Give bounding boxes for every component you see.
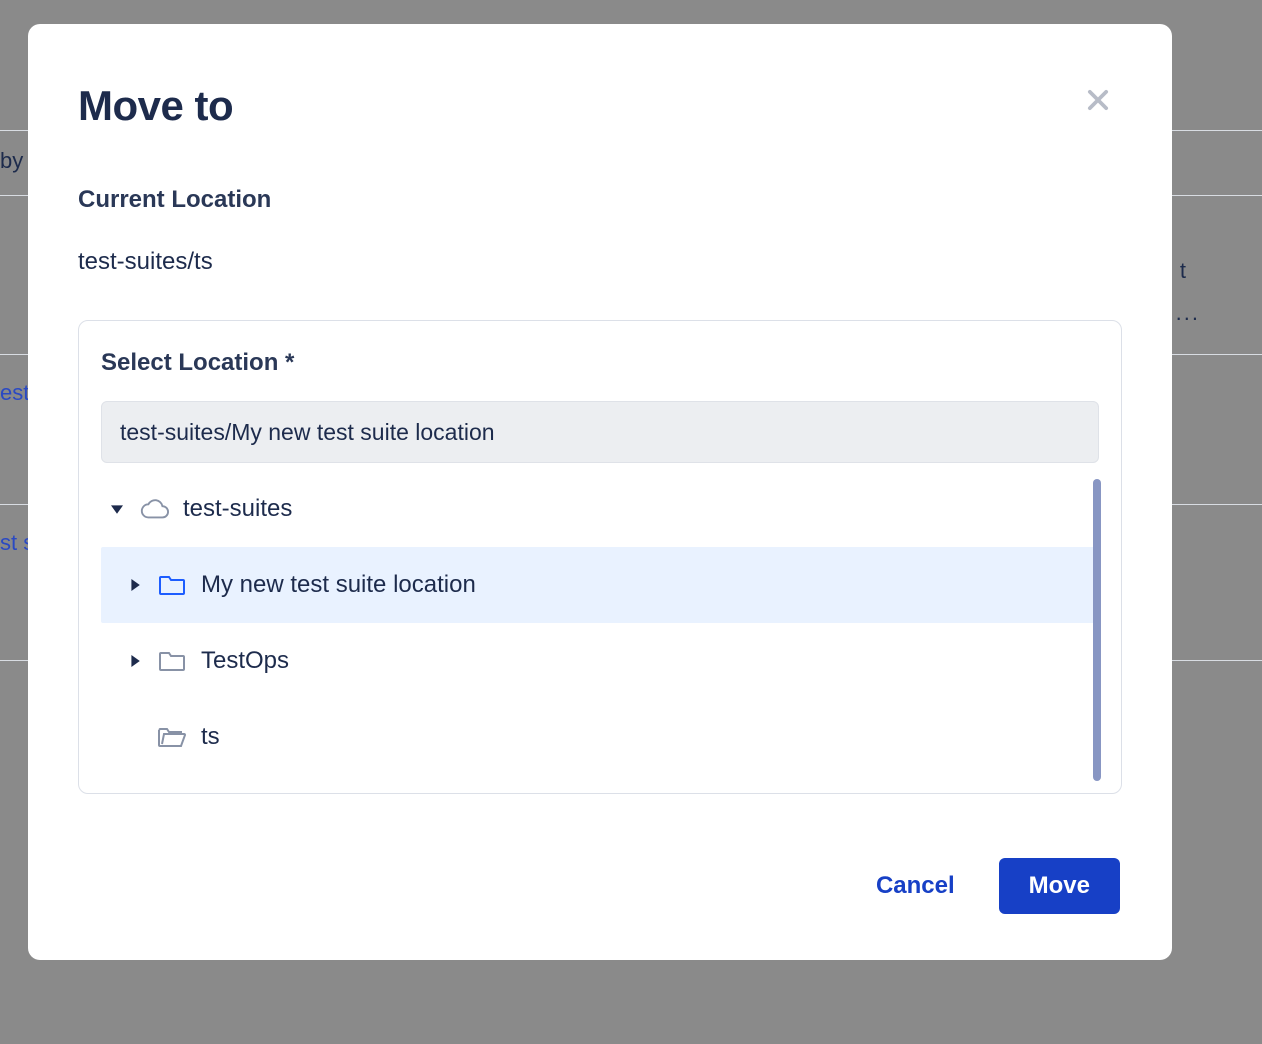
tree-item-label: ts bbox=[201, 723, 220, 751]
cloud-icon bbox=[139, 494, 169, 524]
tree-item-label: TestOps bbox=[201, 647, 289, 675]
current-location-label: Current Location bbox=[78, 186, 1122, 214]
move-to-modal: Move to Current Location test-suites/ts … bbox=[28, 24, 1172, 960]
folder-open-icon bbox=[157, 722, 187, 752]
background-truncated-link: est bbox=[0, 380, 29, 406]
chevron-right-icon[interactable] bbox=[127, 577, 143, 593]
modal-title: Move to bbox=[78, 82, 1122, 130]
select-location-label: Select Location * bbox=[101, 349, 1099, 377]
modal-footer: Cancel Move bbox=[78, 858, 1122, 914]
current-location-path: test-suites/ts bbox=[78, 248, 1122, 276]
tree-scrollbar[interactable] bbox=[1093, 479, 1101, 781]
folder-icon bbox=[157, 646, 187, 676]
selected-path-input[interactable] bbox=[101, 401, 1099, 463]
location-tree: test-suites My new test suite location bbox=[101, 471, 1099, 775]
background-truncated-text: ... bbox=[1176, 300, 1200, 326]
tree-item-my-new-test-suite-location[interactable]: My new test suite location bbox=[101, 547, 1099, 623]
chevron-down-icon[interactable] bbox=[109, 501, 125, 517]
chevron-right-icon[interactable] bbox=[127, 653, 143, 669]
folder-icon bbox=[157, 570, 187, 600]
close-icon bbox=[1084, 86, 1112, 114]
tree-item-ts[interactable]: ts bbox=[101, 699, 1099, 775]
select-location-panel: Select Location * test-suites bbox=[78, 320, 1122, 794]
move-button[interactable]: Move bbox=[999, 858, 1120, 914]
cancel-button[interactable]: Cancel bbox=[876, 872, 955, 900]
close-button[interactable] bbox=[1078, 80, 1118, 120]
tree-item-label: My new test suite location bbox=[201, 571, 476, 599]
tree-item-testops[interactable]: TestOps bbox=[101, 623, 1099, 699]
tree-item-label: test-suites bbox=[183, 495, 292, 523]
tree-root-test-suites[interactable]: test-suites bbox=[101, 471, 1099, 547]
background-truncated-text: t bbox=[1180, 258, 1186, 284]
background-truncated-text: by bbox=[0, 148, 23, 174]
